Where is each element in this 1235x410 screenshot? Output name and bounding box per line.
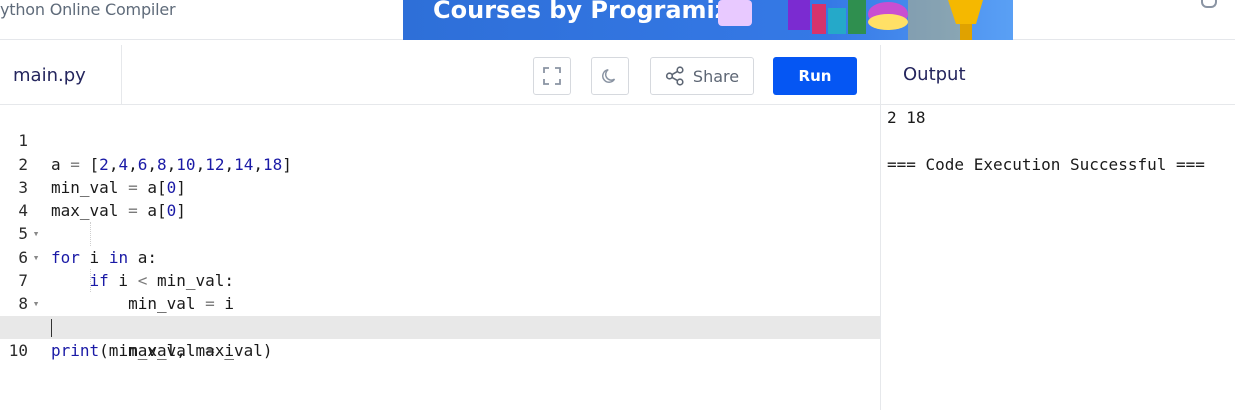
code-line-active[interactable]: 10 xyxy=(0,315,880,360)
output-line: === Code Execution Successful === xyxy=(887,154,1205,174)
file-tab-main-py[interactable]: main.py xyxy=(0,45,122,105)
code-line[interactable]: 4 ▾ for i in a: xyxy=(0,176,880,267)
top-bar: ython Online Compiler Courses by Program… xyxy=(0,0,1235,40)
user-icon[interactable] xyxy=(1201,0,1217,8)
code-line[interactable]: 9 print(min_val, max_val) xyxy=(0,292,880,360)
banner-illustration xyxy=(718,0,983,40)
banner-text: Courses by Programiz xyxy=(433,0,729,24)
fullscreen-button[interactable] xyxy=(533,57,571,95)
indent-guide xyxy=(90,222,91,246)
code-line[interactable]: 6 min_val = i xyxy=(0,222,880,313)
ad-banner[interactable]: Courses by Programiz xyxy=(403,0,1013,40)
run-button[interactable]: Run xyxy=(773,57,857,95)
editor-header: main.py Share Run xyxy=(0,45,880,105)
share-button[interactable]: Share xyxy=(650,57,754,95)
code-line[interactable]: 3 max_val = a[0] xyxy=(0,153,880,220)
line-number: 10 xyxy=(8,340,28,360)
share-icon xyxy=(665,66,684,86)
share-label: Share xyxy=(692,66,740,86)
site-title: ython Online Compiler xyxy=(0,0,176,19)
output-line: 2 18 xyxy=(887,108,926,127)
code-line[interactable]: 7 ▾ if i > max_val: xyxy=(0,246,880,337)
code-line[interactable]: 2 min_val = a[0] xyxy=(0,129,880,197)
code-line[interactable]: 1 a = [2,4,6,8,10,12,14,18] xyxy=(0,106,880,173)
theme-toggle-button[interactable] xyxy=(591,57,629,95)
moon-icon xyxy=(602,68,616,83)
code-line[interactable]: 5 ▾ if i < min_val: xyxy=(0,199,880,290)
indent-guide xyxy=(90,269,91,293)
output-panel: 2 18 === Code Execution Successful === xyxy=(887,106,1235,176)
line-code: print(min_val, max_val) xyxy=(51,340,273,360)
code-editor[interactable]: 1 a = [2,4,6,8,10,12,14,18] 2 min_val = … xyxy=(0,106,880,410)
text-cursor xyxy=(51,318,52,337)
fullscreen-icon xyxy=(543,67,561,85)
output-header: Output xyxy=(881,45,1235,105)
code-line[interactable]: 8 max_val = i xyxy=(0,269,880,360)
